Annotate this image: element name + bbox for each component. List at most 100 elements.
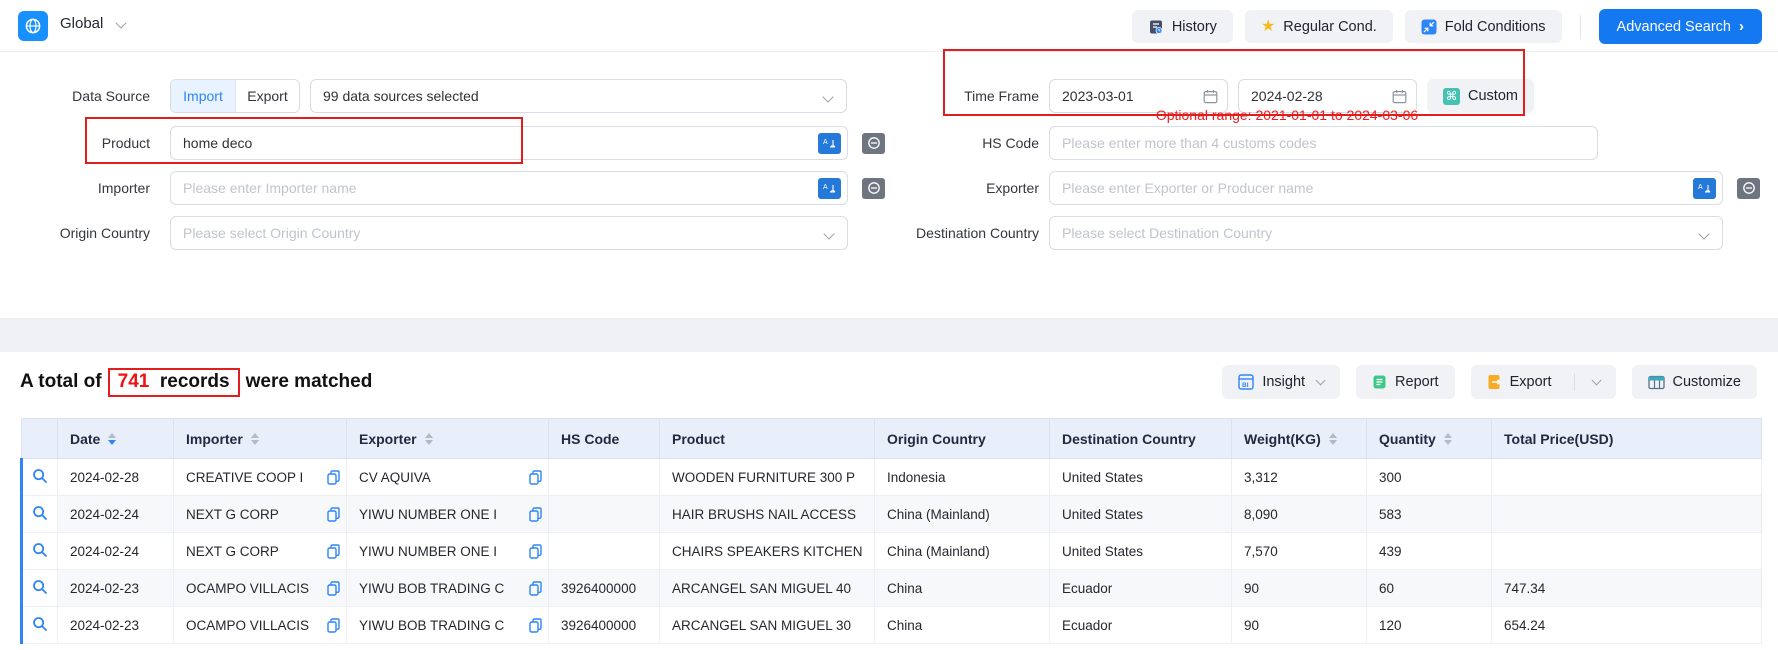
- copy-icon[interactable]: [529, 581, 542, 596]
- copy-icon[interactable]: [529, 470, 542, 485]
- app-name[interactable]: Global: [60, 15, 103, 32]
- column-header[interactable]: Weight(KG): [1232, 419, 1367, 459]
- importer-label: Importer: [18, 180, 150, 196]
- exporter-field[interactable]: [1050, 172, 1722, 204]
- svg-text:A: A: [823, 139, 828, 146]
- divider: [1580, 15, 1581, 39]
- copy-icon[interactable]: [327, 618, 340, 633]
- cell-weight: 3,312: [1232, 459, 1367, 496]
- advanced-search-label: Advanced Search: [1617, 19, 1731, 35]
- customize-label: Customize: [1673, 374, 1742, 390]
- exclude-exporter-icon[interactable]: [1737, 178, 1760, 199]
- hs-code-field[interactable]: [1050, 127, 1597, 159]
- chevron-down-icon[interactable]: [115, 17, 126, 28]
- column-header[interactable]: Quantity: [1367, 419, 1492, 459]
- sort-arrows-icon[interactable]: [1329, 433, 1337, 445]
- product-input[interactable]: A: [170, 126, 848, 160]
- cell-exporter: YIWU NUMBER ONE I: [347, 533, 549, 570]
- sort-arrows-icon[interactable]: [251, 433, 259, 445]
- report-label: Report: [1395, 374, 1439, 390]
- cell-origin-country: Indonesia: [875, 459, 1050, 496]
- column-header[interactable]: Importer: [174, 419, 347, 459]
- customize-button[interactable]: Customize: [1632, 365, 1758, 399]
- sort-arrows-icon[interactable]: [425, 433, 433, 445]
- cell-weight: 90: [1232, 570, 1367, 607]
- record-count: 741: [118, 371, 150, 392]
- row-search-icon[interactable]: [22, 570, 58, 607]
- sort-arrows-icon[interactable]: [1444, 433, 1452, 445]
- fold-conditions-button[interactable]: Fold Conditions: [1405, 10, 1562, 43]
- row-search-icon[interactable]: [22, 607, 58, 644]
- customize-icon: [1648, 375, 1665, 390]
- svg-text:BI: BI: [1242, 382, 1249, 389]
- report-icon: [1372, 374, 1387, 390]
- importer-field[interactable]: [171, 172, 847, 204]
- cell-hs-code: [549, 496, 660, 533]
- cell-date: 2024-02-24: [58, 533, 174, 570]
- records-table: DateImporterExporterHS CodeProductOrigin…: [20, 418, 1762, 644]
- origin-country-label: Origin Country: [18, 225, 150, 241]
- cell-exporter: YIWU NUMBER ONE I: [347, 496, 549, 533]
- import-toggle[interactable]: Import: [171, 80, 235, 112]
- cell-hs-code: [549, 533, 660, 570]
- data-source-label: Data Source: [18, 88, 150, 104]
- count-annotation-box: 741 records: [108, 368, 240, 397]
- destination-country-label: Destination Country: [871, 225, 1039, 241]
- translate-icon[interactable]: A: [818, 133, 841, 154]
- row-search-icon[interactable]: [22, 496, 58, 533]
- copy-icon[interactable]: [327, 470, 340, 485]
- column-header: Product: [660, 419, 875, 459]
- copy-icon[interactable]: [327, 507, 340, 522]
- sort-arrows-icon[interactable]: [108, 433, 116, 445]
- importer-input[interactable]: A: [170, 171, 848, 205]
- cell-weight: 90: [1232, 607, 1367, 644]
- column-header[interactable]: Date: [58, 419, 174, 459]
- hs-code-input[interactable]: [1049, 126, 1598, 160]
- cell-quantity: 300: [1367, 459, 1492, 496]
- star-icon: ★: [1261, 19, 1275, 35]
- cell-date: 2024-02-24: [58, 496, 174, 533]
- destination-country-select[interactable]: Please select Destination Country: [1049, 216, 1723, 250]
- copy-icon[interactable]: [529, 544, 542, 559]
- product-value[interactable]: [171, 127, 847, 159]
- chevron-down-icon[interactable]: [1591, 376, 1601, 386]
- cell-weight: 7,570: [1232, 533, 1367, 570]
- translate-icon[interactable]: A: [818, 178, 841, 199]
- row-search-icon[interactable]: [22, 533, 58, 570]
- cell-total-price: [1492, 496, 1762, 533]
- calendar-icon[interactable]: [1392, 89, 1407, 109]
- export-toggle[interactable]: Export: [235, 80, 299, 112]
- column-header[interactable]: Exporter: [347, 419, 549, 459]
- column-header: Origin Country: [875, 419, 1050, 459]
- table-row: 2024-02-23OCAMPO VILLACISYIWU BOB TRADIN…: [22, 607, 1762, 644]
- cell-total-price: [1492, 533, 1762, 570]
- origin-country-select[interactable]: Please select Origin Country: [170, 216, 848, 250]
- regular-cond-button[interactable]: ★ Regular Cond.: [1245, 10, 1393, 43]
- exporter-input[interactable]: A: [1049, 171, 1723, 205]
- cell-product: HAIR BRUSHS NAIL ACCESS: [660, 496, 875, 533]
- optional-range-note: Optional range: 2021-01-01 to 2024-03-06: [1049, 107, 1525, 123]
- export-button[interactable]: Export: [1471, 365, 1616, 399]
- data-sources-select[interactable]: 99 data sources selected: [310, 79, 847, 113]
- copy-icon[interactable]: [529, 507, 542, 522]
- advanced-search-button[interactable]: Advanced Search ›: [1599, 9, 1762, 44]
- custom-label: Custom: [1468, 88, 1518, 104]
- copy-icon[interactable]: [327, 581, 340, 596]
- report-button[interactable]: Report: [1356, 365, 1455, 399]
- calendar-icon[interactable]: [1203, 89, 1218, 109]
- history-button[interactable]: History: [1132, 10, 1233, 43]
- cell-exporter: YIWU BOB TRADING C: [347, 570, 549, 607]
- table-row: 2024-02-24NEXT G CORPYIWU NUMBER ONE IHA…: [22, 496, 1762, 533]
- fold-conditions-label: Fold Conditions: [1445, 19, 1546, 35]
- row-search-icon[interactable]: [22, 459, 58, 496]
- cell-weight: 8,090: [1232, 496, 1367, 533]
- time-frame-label: Time Frame: [871, 88, 1039, 104]
- translate-icon[interactable]: A: [1693, 178, 1716, 199]
- copy-icon[interactable]: [327, 544, 340, 559]
- globe-icon[interactable]: [18, 11, 48, 41]
- cell-origin-country: China: [875, 570, 1050, 607]
- copy-icon[interactable]: [529, 618, 542, 633]
- cell-quantity: 439: [1367, 533, 1492, 570]
- insight-button[interactable]: BI Insight: [1222, 365, 1340, 399]
- data-source-toggle: Import Export: [170, 79, 300, 113]
